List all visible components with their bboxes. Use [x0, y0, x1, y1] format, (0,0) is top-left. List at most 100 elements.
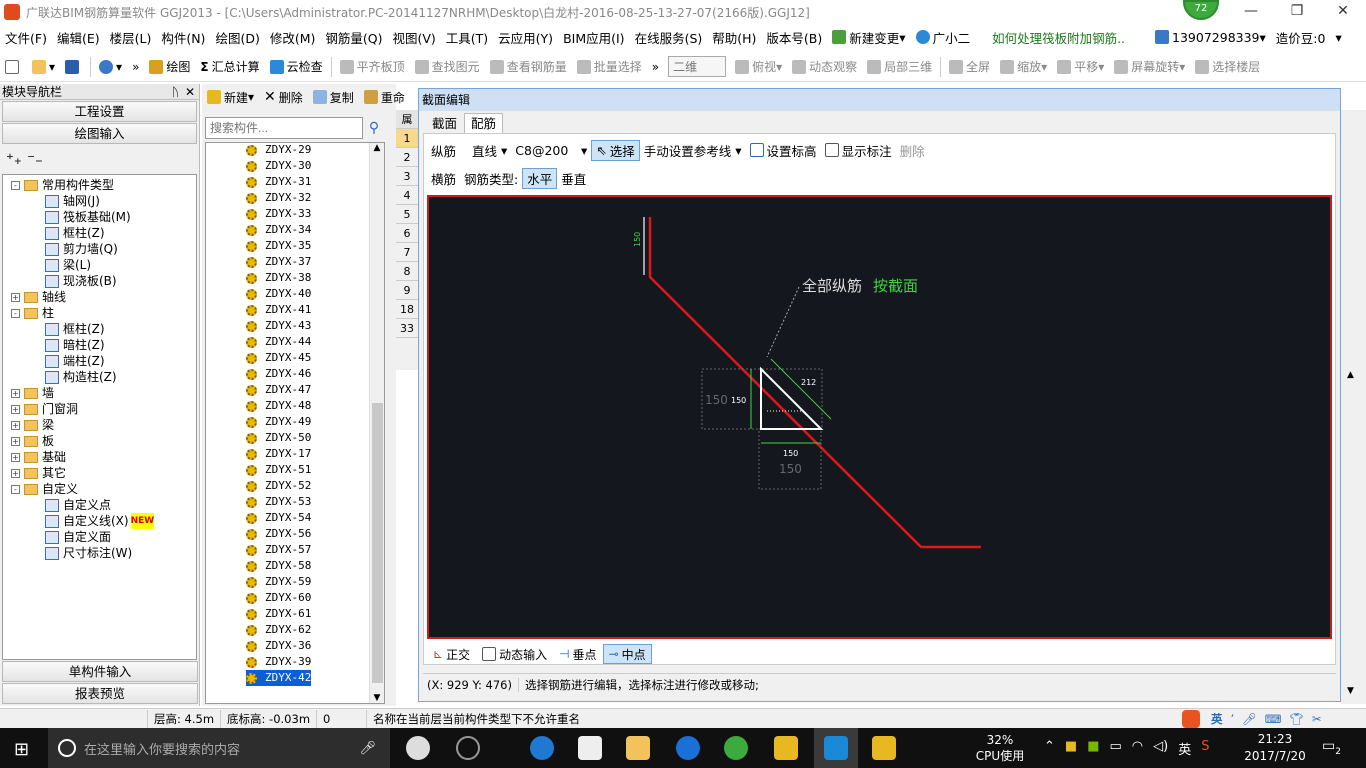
scroll-down-icon[interactable]: ▼ [370, 693, 384, 703]
label-by-section[interactable]: 按截面 [873, 277, 918, 295]
expand-icon[interactable]: + [11, 420, 20, 430]
active-app-slot[interactable] [814, 728, 858, 768]
tree-item[interactable]: 梁(L) [45, 257, 91, 273]
align-slab-button[interactable]: 平齐板顶 [335, 58, 410, 75]
expand-icon[interactable]: + [11, 388, 20, 398]
punctuation-icon[interactable]: ’ [1231, 712, 1235, 726]
dim-text-150-bottom[interactable]: 150 [779, 462, 802, 476]
list-item[interactable]: ZDYX-33 [246, 206, 311, 222]
menu-view[interactable]: 视图(V) [387, 28, 440, 47]
menu-floor[interactable]: 楼层(L) [105, 28, 157, 47]
project-settings-button[interactable]: 工程设置 [2, 101, 197, 122]
list-item[interactable]: ZDYX-43 [246, 318, 311, 334]
scroll-down-icon[interactable]: ▼ [1347, 686, 1354, 696]
list-item[interactable]: ZDYX-29 [246, 143, 311, 158]
list-item[interactable]: ZDYX-58 [246, 558, 311, 574]
tree-item[interactable]: 端柱(Z) [45, 353, 105, 369]
menu-draw[interactable]: 绘图(D) [210, 28, 264, 47]
tree-folder[interactable]: + 墙 [11, 385, 54, 401]
app-icon-fan[interactable] [406, 736, 430, 760]
collapse-icon[interactable]: - [11, 484, 20, 494]
expand-collapse-all[interactable]: ⁺₊ ⁻₋ [6, 150, 43, 168]
collapse-icon[interactable]: - [11, 180, 20, 190]
new-file-button[interactable] [0, 59, 27, 74]
right-scrollbar[interactable]: ▲ ▼ [1341, 110, 1366, 704]
show-dimension-button[interactable]: 显示标注 [821, 141, 896, 160]
restore-icon[interactable]: ❐ [1274, 0, 1320, 24]
undo-button[interactable]: ▾ [94, 59, 127, 74]
sogou-tray-icon[interactable]: S [1201, 739, 1209, 758]
table-row-number[interactable]: 3 [396, 167, 418, 186]
dim-text-150-horizontal[interactable]: 150 [783, 449, 798, 458]
drawing-canvas[interactable]: 150 全部纵筋 按截面 150 150 150 150 212 [427, 195, 1332, 639]
list-item[interactable]: ZDYX-38 [246, 270, 311, 286]
menu-help[interactable]: 帮助(H) [707, 28, 761, 47]
tab-section[interactable]: 截面 [425, 113, 464, 133]
menu-tools[interactable]: 工具(T) [441, 28, 493, 47]
list-item[interactable]: ZDYX-51 [246, 462, 311, 478]
promo-link[interactable]: 如何处理筏板附加钢筋.. [987, 28, 1130, 47]
menu-component[interactable]: 构件(N) [156, 28, 210, 47]
coins[interactable]: 造价豆:0 [1271, 28, 1331, 47]
collapse-all-icon[interactable]: ⁻₋ [27, 150, 43, 168]
expand-icon[interactable]: + [11, 292, 20, 302]
tree-folder[interactable]: + 门窗洞 [11, 401, 78, 417]
nvidia-icon[interactable]: ■ [1087, 739, 1099, 758]
tree-folder[interactable]: + 基础 [11, 449, 66, 465]
tree-folder[interactable]: -柱 [11, 305, 54, 321]
vertical-button[interactable]: 垂直 [557, 169, 590, 188]
list-item[interactable]: ZDYX-48 [246, 398, 311, 414]
collapse-icon[interactable]: - [11, 308, 20, 318]
table-row-number[interactable]: 9 [396, 281, 418, 300]
list-item[interactable]: ZDYX-62 [246, 622, 311, 638]
tree-item[interactable]: 剪力墙(Q) [45, 241, 118, 257]
list-item[interactable]: ZDYX-52 [246, 478, 311, 494]
tools-icon[interactable]: ✂ [1312, 712, 1322, 726]
new-component-button[interactable]: 新建 ▾ [202, 89, 259, 106]
horizontal-button[interactable]: 水平 [522, 167, 558, 189]
more-button[interactable]: » [127, 60, 144, 74]
open-file-button[interactable]: ▾ [27, 59, 60, 74]
zoom-button[interactable]: 缩放 ▾ [995, 58, 1052, 75]
list-item[interactable]: ZDYX-61 [246, 606, 311, 622]
menu-assistant[interactable]: 广小二 [911, 28, 976, 47]
line-type-select[interactable]: 直线 ▾ [468, 141, 511, 160]
app-icon-spiral[interactable] [456, 736, 480, 760]
scroll-up-icon[interactable]: ▲ [1347, 370, 1354, 380]
menu-cloud[interactable]: 云应用(Y) [493, 28, 558, 47]
list-item[interactable]: ZDYX-36 [246, 638, 311, 654]
rotate-screen-button[interactable]: 屏幕旋转 ▾ [1109, 58, 1190, 75]
list-item[interactable]: ZDYX-42 [246, 670, 312, 686]
tree-folder[interactable]: + 梁 [11, 417, 54, 433]
section-drawing[interactable]: 150 全部纵筋 按截面 150 150 150 150 212 [429, 197, 1330, 637]
ime-toolbar[interactable]: 英 ’ 🎤︎ ⌨ 👕︎ ✂ [1182, 709, 1322, 728]
menu-modify[interactable]: 修改(M) [265, 28, 321, 47]
list-item[interactable]: ZDYX-39 [246, 654, 311, 670]
tree-item[interactable]: 暗柱(Z) [45, 337, 105, 353]
tray-up-icon[interactable]: ⌃ [1044, 739, 1055, 758]
taskbar-search[interactable]: 在这里输入你要搜索的内容 🎤︎ [48, 728, 390, 768]
tree-item[interactable]: 筏板基础(M) [45, 209, 131, 225]
ime-lang[interactable]: 英 [1211, 711, 1223, 727]
menu-steel[interactable]: 钢筋量(Q) [320, 28, 387, 47]
notes-icon[interactable] [774, 736, 798, 760]
scroll-up-icon[interactable]: ▲ [370, 143, 384, 153]
list-item[interactable]: ZDYX-59 [246, 574, 311, 590]
draw-button[interactable]: 绘图 [144, 58, 195, 75]
tree-folder[interactable]: - 常用构件类型 [11, 177, 114, 193]
tree-folder[interactable]: - 自定义 [11, 481, 78, 497]
tree-item[interactable]: 构造柱(Z) [45, 369, 117, 385]
scroll-thumb[interactable] [372, 403, 383, 683]
ortho-button[interactable]: ⊾ 正交 [427, 644, 476, 664]
menu-file[interactable]: 文件(F) [0, 28, 52, 47]
rename-component-button[interactable]: 重命 [359, 89, 410, 106]
battery-icon[interactable]: ▭ [1110, 739, 1122, 758]
list-item[interactable]: ZDYX-47 [246, 382, 311, 398]
menu-bim[interactable]: BIM应用(I) [558, 28, 630, 47]
menu-new-change[interactable]: 新建变更 ▾ [827, 28, 910, 47]
perpendicular-button[interactable]: ⊣ 垂点 [553, 644, 602, 664]
table-row-number[interactable]: 4 [396, 186, 418, 205]
local-3d-button[interactable]: 局部三维 [862, 58, 937, 75]
table-row-number[interactable]: 2 [396, 148, 418, 167]
table-row-number[interactable]: 7 [396, 243, 418, 262]
